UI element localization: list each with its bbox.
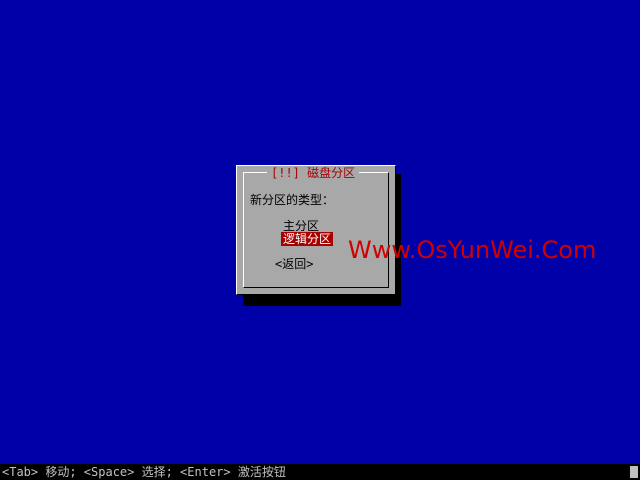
back-button[interactable]: <返回> — [275, 257, 313, 271]
keyboard-help-text: <Tab> 移动; <Space> 选择; <Enter> 激活按钮 — [2, 465, 286, 479]
option-primary-partition[interactable]: 主分区 — [281, 219, 321, 233]
text-cursor-icon — [630, 466, 638, 478]
status-bar: <Tab> 移动; <Space> 选择; <Enter> 激活按钮 — [0, 464, 640, 480]
partition-type-dialog: [!!] 磁盘分区 新分区的类型： 主分区 逻辑分区 <返回> — [236, 165, 396, 295]
partition-type-prompt: 新分区的类型： — [250, 193, 335, 207]
dialog-title: [!!] 磁盘分区 — [267, 166, 360, 180]
watermark-text: Www.OsYunWei.Com — [348, 236, 597, 264]
option-logical-partition[interactable]: 逻辑分区 — [281, 232, 334, 246]
